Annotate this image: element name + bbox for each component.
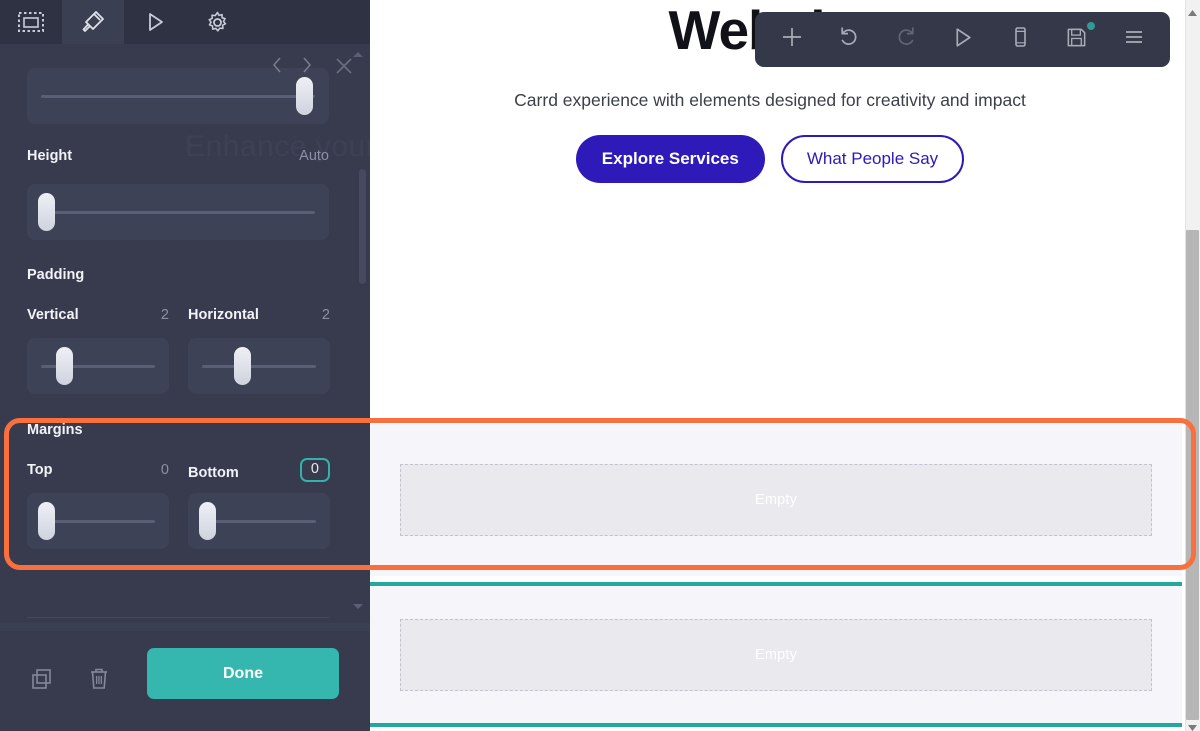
- section-divider-top: [370, 582, 1182, 586]
- padding-horizontal-slider[interactable]: [188, 338, 330, 394]
- paint-brush-icon: [80, 9, 106, 35]
- redo-arrow-icon: [893, 24, 919, 55]
- gear-icon: [205, 10, 230, 35]
- hero-button-group: Explore Services What People Say: [370, 135, 1170, 183]
- margin-top-value: 0: [160, 462, 169, 478]
- slider-track: [202, 364, 316, 368]
- sidebar-tab-style[interactable]: [62, 0, 124, 44]
- margin-top-row: Top 0: [27, 462, 169, 478]
- slider-thumb[interactable]: [56, 347, 73, 385]
- padding-vertical-row: Vertical 2: [27, 307, 169, 323]
- sidebar-tab-settings[interactable]: [186, 0, 248, 44]
- margin-top-label: Top: [27, 462, 53, 478]
- section-divider-bottom: [370, 723, 1182, 727]
- editor-sidebar: Enhance your Height Auto Padding Vertica…: [0, 0, 370, 731]
- slider-card[interactable]: [188, 493, 330, 549]
- duplicate-button[interactable]: [18, 657, 66, 705]
- add-element-button[interactable]: [771, 19, 813, 61]
- slider-thumb[interactable]: [199, 502, 216, 540]
- redo-button[interactable]: [885, 19, 927, 61]
- site-canvas: Website Carrd experience with elements d…: [370, 0, 1200, 731]
- padding-vertical-value: 2: [160, 307, 169, 323]
- scroll-down-arrow-icon[interactable]: [352, 598, 364, 609]
- padding-section-title: Padding: [27, 267, 85, 283]
- margin-bottom-row: Bottom 0: [188, 458, 330, 486]
- height-value: Auto: [299, 148, 329, 164]
- margin-bottom-value[interactable]: 0: [299, 458, 330, 482]
- slider-card[interactable]: [188, 338, 330, 394]
- height-label: Height: [27, 148, 73, 164]
- slider-thumb[interactable]: [38, 502, 55, 540]
- margin-bottom-label: Bottom: [188, 465, 239, 481]
- canvas-section-2[interactable]: Empty: [370, 587, 1182, 723]
- duplicate-icon: [30, 667, 54, 696]
- menu-button[interactable]: [1113, 19, 1155, 61]
- done-button[interactable]: Done: [147, 648, 339, 699]
- floppy-disk-icon: [1065, 26, 1088, 54]
- sidebar-tab-preview[interactable]: [124, 0, 186, 44]
- sidebar-scroll-area[interactable]: Enhance your Height Auto Padding Vertica…: [0, 44, 370, 631]
- app-root: Enhance your Height Auto Padding Vertica…: [0, 0, 1200, 731]
- canvas-scrollbar-track[interactable]: [1185, 0, 1200, 731]
- what-people-say-button[interactable]: What People Say: [780, 135, 965, 183]
- mobile-phone-icon: [1008, 25, 1032, 54]
- padding-horizontal-row: Horizontal 2: [188, 307, 330, 323]
- padding-horizontal-value: 2: [321, 307, 330, 323]
- plus-icon: [779, 24, 805, 55]
- slider-thumb[interactable]: [296, 77, 313, 115]
- slider-card[interactable]: [27, 184, 329, 240]
- padding-vertical-label: Vertical: [27, 307, 79, 323]
- partial-next-control[interactable]: [0, 623, 370, 631]
- scroll-up-arrow-icon[interactable]: [352, 46, 364, 57]
- empty-label: Empty: [754, 647, 798, 663]
- padding-horizontal-label: Horizontal: [188, 307, 259, 323]
- margins-section-title: Margins: [27, 422, 83, 438]
- dashed-rectangle-icon: [17, 10, 45, 34]
- margin-bottom-slider[interactable]: [188, 493, 330, 549]
- undo-button[interactable]: [828, 19, 870, 61]
- slider-track: [41, 519, 155, 523]
- slider-track: [41, 210, 315, 214]
- slider-thumb[interactable]: [38, 193, 55, 231]
- canvas-section-1[interactable]: Empty: [370, 424, 1182, 576]
- scroll-down-arrow-icon[interactable]: [1187, 719, 1198, 731]
- play-triangle-icon: [143, 10, 167, 34]
- empty-label: Empty: [754, 492, 798, 508]
- unsaved-changes-badge: [1086, 21, 1095, 30]
- hamburger-menu-icon: [1121, 24, 1147, 55]
- page-subtitle: Carrd experience with elements designed …: [514, 90, 1026, 110]
- empty-placeholder[interactable]: Empty: [400, 464, 1152, 536]
- save-button[interactable]: [1056, 19, 1098, 61]
- canvas-toolbar: [755, 12, 1170, 67]
- sidebar-scrollbar-thumb[interactable]: [359, 169, 366, 284]
- empty-placeholder[interactable]: Empty: [400, 619, 1152, 691]
- height-field-row: Height Auto: [27, 148, 329, 164]
- canvas-scrollbar-thumb[interactable]: [1186, 230, 1199, 720]
- scroll-up-arrow-icon[interactable]: [1187, 4, 1198, 16]
- chevron-right-icon[interactable]: [300, 56, 314, 79]
- slider-card[interactable]: [27, 338, 169, 394]
- trash-icon: [88, 667, 110, 696]
- explore-services-button[interactable]: Explore Services: [575, 135, 765, 183]
- chevron-left-icon[interactable]: [270, 56, 284, 79]
- panel-divider: [27, 617, 329, 618]
- undo-arrow-icon: [836, 24, 862, 55]
- slider-track: [202, 519, 316, 523]
- slider-track: [41, 94, 315, 98]
- padding-vertical-slider[interactable]: [27, 338, 169, 394]
- close-x-icon[interactable]: [334, 56, 354, 81]
- sidebar-tab-bar: [0, 0, 370, 44]
- slider-card[interactable]: [27, 493, 169, 549]
- slider-thumb[interactable]: [234, 347, 251, 385]
- height-slider[interactable]: [27, 184, 329, 240]
- mobile-view-button[interactable]: [999, 19, 1041, 61]
- delete-button[interactable]: [75, 657, 123, 705]
- sidebar-tab-select[interactable]: [0, 0, 62, 44]
- element-nav-controls: [270, 56, 314, 79]
- margin-top-slider[interactable]: [27, 493, 169, 549]
- play-triangle-icon: [950, 25, 975, 55]
- preview-button[interactable]: [942, 19, 984, 61]
